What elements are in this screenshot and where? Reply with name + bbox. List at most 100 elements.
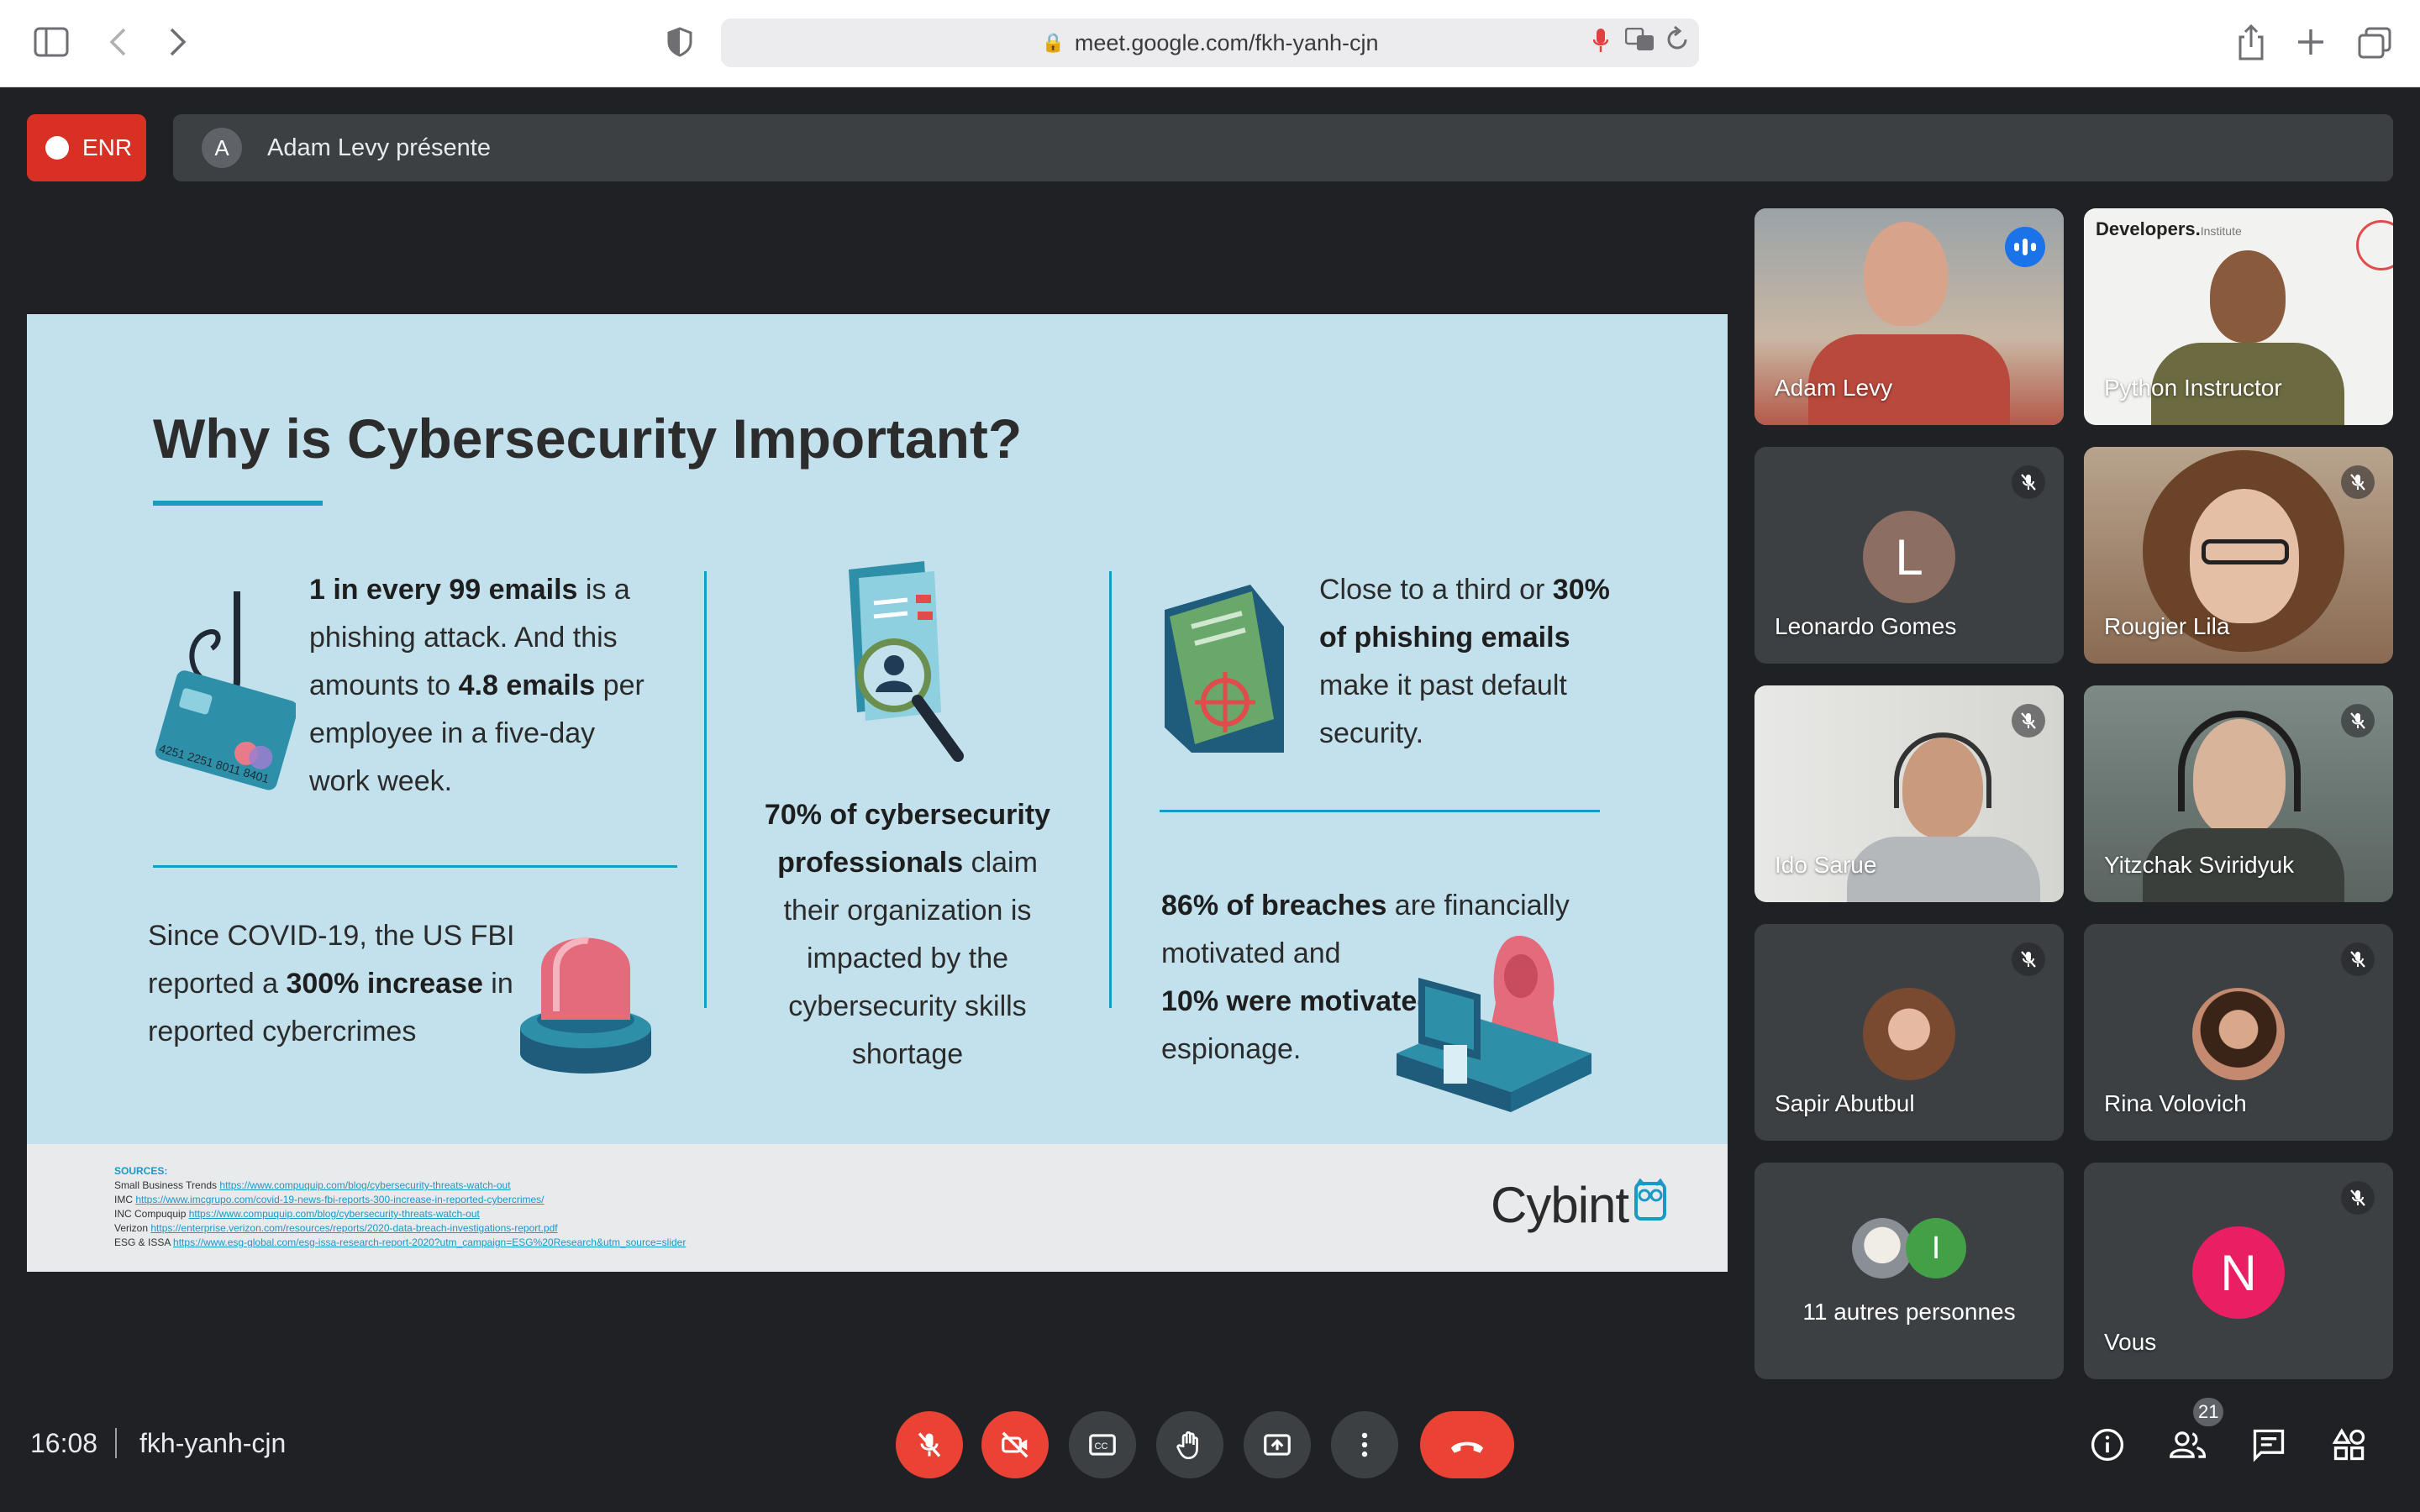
participant-face [1864, 222, 1948, 326]
participant-avatar: L [1863, 511, 1955, 603]
participant-tile-others[interactable]: I 11 autres personnes [1754, 1163, 2064, 1379]
speaking-indicator-icon [2005, 227, 2045, 267]
raise-hand-button[interactable] [1156, 1411, 1223, 1478]
participant-name: Rougier Lila [2104, 613, 2230, 639]
participant-tile-rina-volovich[interactable]: Rina Volovich [2084, 924, 2393, 1141]
info-icon [2091, 1428, 2124, 1462]
source-link[interactable]: https://www.esg-global.com/esg-issa-rese… [173, 1236, 686, 1248]
alarm-siren-illustration [514, 919, 657, 1083]
stat-covid-increase: Since COVID-19, the US FBI reported a 30… [148, 920, 515, 1047]
glasses [2202, 539, 2289, 564]
source-link[interactable]: https://www.compuquip.com/blog/cybersecu… [219, 1179, 510, 1191]
logo-text: Cybint [1491, 1177, 1629, 1233]
participant-tile-adam-levy[interactable]: Adam Levy [1754, 208, 2064, 425]
stat-phishing-past-security: Close to a third or 30% of phishing emai… [1319, 574, 1610, 749]
participant-tile-leonardo-gomes[interactable]: L Leonardo Gomes [1754, 447, 2064, 664]
row-divider-right [1160, 810, 1600, 812]
email-target-illustration [1158, 576, 1292, 765]
chat-icon [2253, 1429, 2285, 1462]
recording-badge[interactable]: ENR [27, 114, 146, 181]
participant-avatar [2192, 988, 2285, 1080]
mic-off-icon [2012, 465, 2045, 499]
source-item: ESG & ISSA https://www.esg-global.com/es… [114, 1236, 687, 1248]
slide-title: Why is Cybersecurity Important? [153, 407, 1023, 470]
toggle-microphone-button[interactable] [896, 1411, 963, 1478]
forward-icon[interactable] [168, 27, 188, 63]
participant-face [2210, 250, 2286, 343]
microphone-in-use-icon[interactable] [1592, 28, 1609, 59]
row-divider-left [153, 865, 677, 868]
toggle-camera-button[interactable] [981, 1411, 1049, 1478]
participant-tile-yitzchak-sviridyuk[interactable]: Yitzchak Sviridyuk [2084, 685, 2393, 902]
people-button[interactable] [2168, 1425, 2208, 1465]
others-avatar-photo [1852, 1218, 1912, 1278]
more-options-button[interactable] [1331, 1411, 1398, 1478]
participant-tile-ido-sarue[interactable]: Ido Sarue [1754, 685, 2064, 902]
source-item: Small Business Trends https://www.compuq… [114, 1179, 511, 1191]
tabs-overview-icon[interactable] [2358, 27, 2391, 65]
participant-avatar: N [2192, 1226, 2285, 1319]
present-screen-button[interactable] [1244, 1411, 1311, 1478]
hand-icon [1176, 1431, 1198, 1460]
owl-icon [1634, 1176, 1667, 1234]
activities-button[interactable] [2329, 1425, 2370, 1465]
hang-up-icon [1450, 1441, 1484, 1453]
sources-footer: SOURCES: Small Business Trends https://w… [27, 1144, 1728, 1272]
participant-tile-python-instructor[interactable]: Developers.Institute Python Instructor [2084, 208, 2393, 425]
mic-off-icon [2341, 465, 2375, 499]
cybint-logo: Cybint [1491, 1176, 1667, 1234]
lock-icon: 🔒 [1041, 32, 1065, 53]
participant-tile-sapir-abutbul[interactable]: Sapir Abutbul [1754, 924, 2064, 1141]
source-item: IMC https://www.imcgrupo.com/covid-19-ne… [114, 1194, 544, 1205]
participant-name: Vous [2104, 1329, 2157, 1355]
address-bar[interactable]: 🔒 meet.google.com/fkh-yanh-cjn [721, 18, 1699, 67]
translate-icon[interactable] [1624, 27, 1655, 57]
presenter-avatar: A [202, 128, 242, 168]
participant-name: Ido Sarue [1775, 852, 1877, 878]
leave-call-button[interactable] [1420, 1411, 1514, 1478]
shield-icon[interactable] [667, 27, 692, 63]
mic-off-icon [918, 1432, 941, 1457]
record-label: ENR [82, 134, 133, 160]
activities-icon [2332, 1428, 2365, 1461]
mic-off-icon [2341, 704, 2375, 738]
presenter-bar: A Adam Levy présente [173, 114, 2393, 181]
shared-slide: Why is Cybersecurity Important? 4251 225… [27, 314, 1728, 1272]
source-link[interactable]: https://enterprise.verizon.com/resources… [150, 1222, 557, 1234]
share-icon[interactable] [2237, 24, 2265, 66]
participant-tile-you[interactable]: N Vous [2084, 1163, 2393, 1379]
captions-icon: CC [1089, 1434, 1116, 1456]
source-link[interactable]: https://www.imcgrupo.com/covid-19-news-f… [135, 1194, 544, 1205]
stat-phishing-emails: 1 in every 99 emails is a phishing attac… [309, 574, 644, 797]
participant-name: Sapir Abutbul [1775, 1090, 1915, 1116]
time-code-separator [115, 1428, 117, 1458]
mic-off-icon [2012, 942, 2045, 976]
others-avatar-initial: I [1906, 1218, 1966, 1278]
participant-name: Yitzchak Sviridyuk [2104, 852, 2295, 878]
sidebar-icon[interactable] [34, 27, 69, 63]
meeting-time: 16:08 [30, 1428, 98, 1458]
reload-icon[interactable] [1665, 25, 1689, 58]
back-icon[interactable] [108, 27, 128, 63]
sources-list: SOURCES: Small Business Trends https://w… [114, 1164, 686, 1250]
presenter-text: Adam Levy présente [267, 134, 491, 161]
column-divider-right [1109, 571, 1112, 1008]
chat-button[interactable] [2249, 1425, 2289, 1465]
credit-card-hook-illustration: 4251 2251 8011 8401 [153, 583, 298, 806]
meeting-details-button[interactable] [2087, 1425, 2128, 1465]
new-tab-icon[interactable] [2296, 27, 2326, 63]
captions-button[interactable]: CC [1069, 1411, 1136, 1478]
url-text: meet.google.com/fkh-yanh-cjn [1074, 29, 1379, 55]
overlay-text: Developers.Institute [2096, 218, 2242, 239]
participant-name: Adam Levy [1775, 375, 1893, 401]
document-magnifier-illustration [840, 561, 983, 775]
source-link[interactable]: https://www.compuquip.com/blog/cybersecu… [189, 1208, 480, 1220]
participant-tile-rougier-lila[interactable]: Rougier Lila [2084, 447, 2393, 664]
participant-name: Leonardo Gomes [1775, 613, 1957, 639]
column-divider-left [704, 571, 707, 1008]
record-dot-icon [45, 136, 69, 160]
stat-skills-shortage: 70% of cybersecurity professionals claim… [764, 799, 1051, 1070]
camera-off-icon [1002, 1431, 1028, 1458]
svg-text:CC: CC [1095, 1441, 1108, 1452]
present-icon [1264, 1434, 1291, 1456]
